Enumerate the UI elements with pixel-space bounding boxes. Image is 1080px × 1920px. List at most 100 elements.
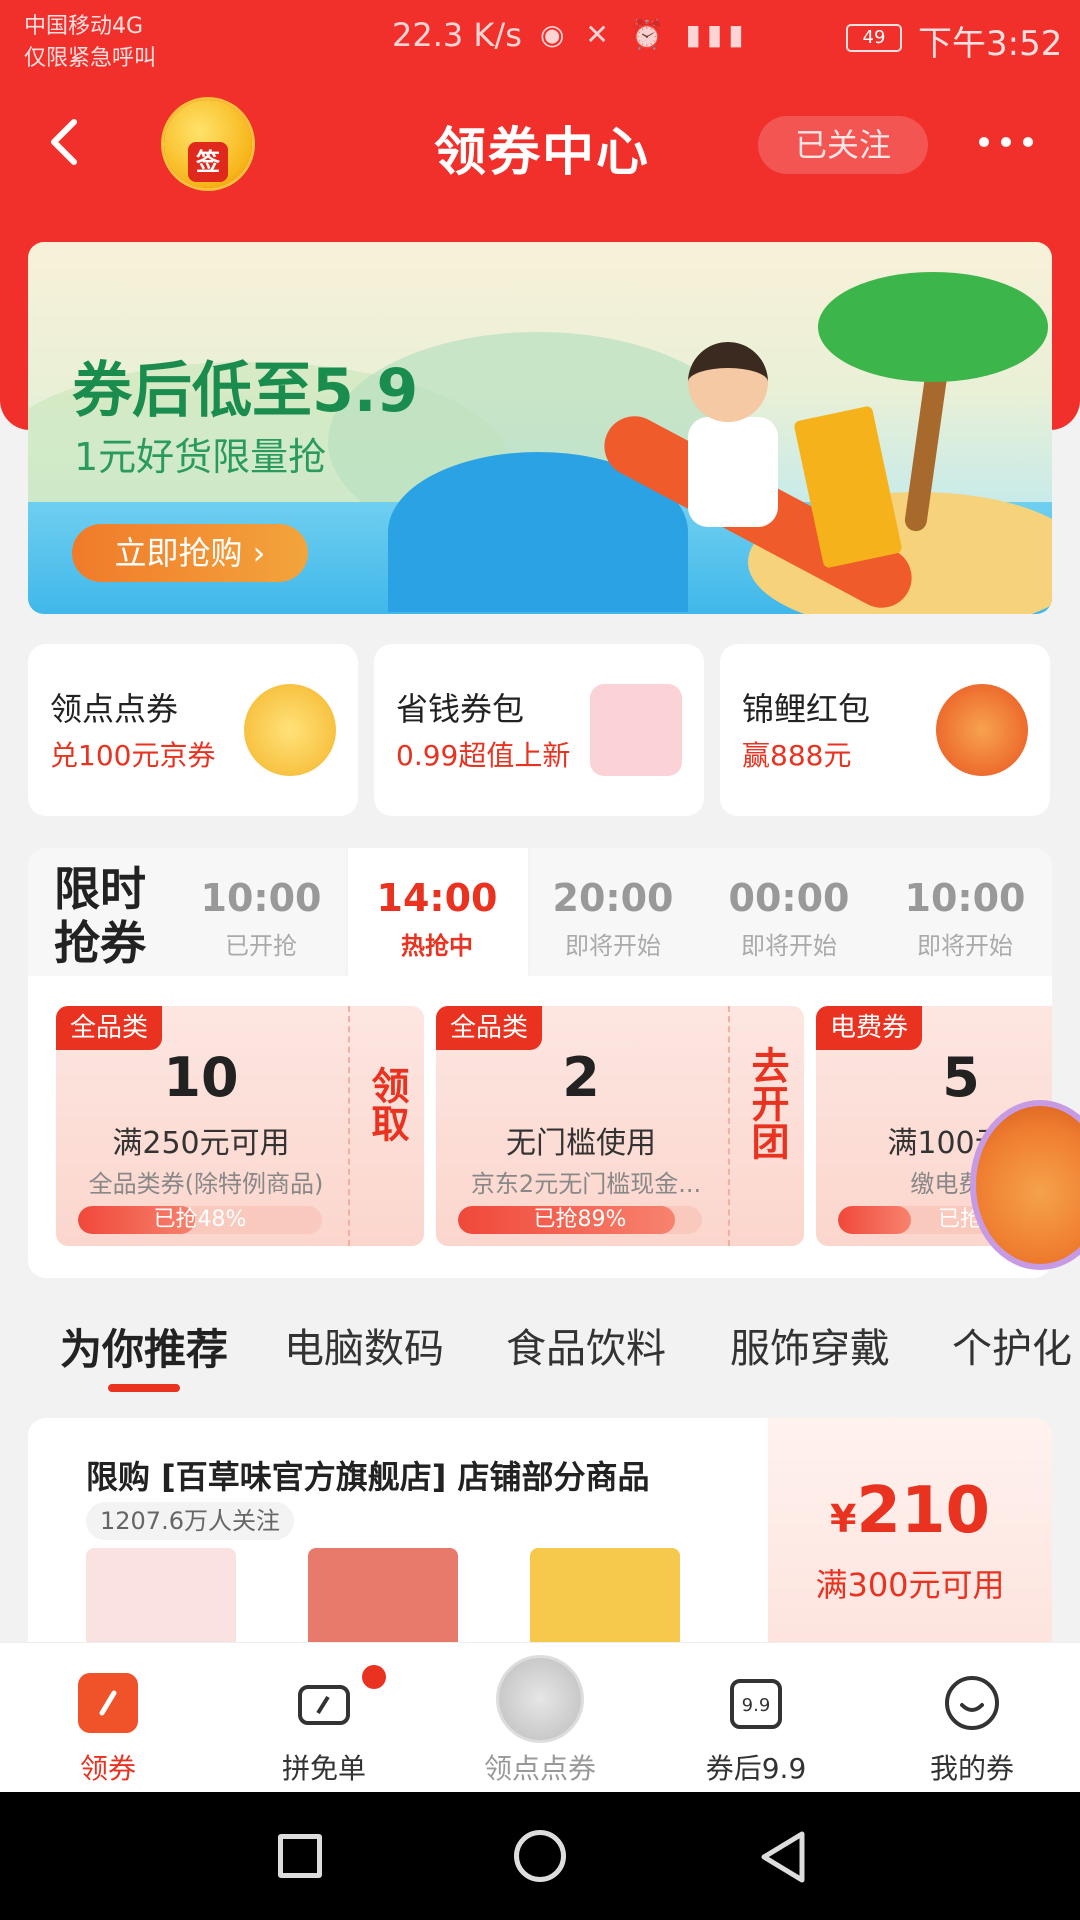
coupon-amount: 5 bbox=[942, 1046, 980, 1109]
coupon-progress-label: 已抢48% bbox=[153, 1207, 247, 1232]
price-box[interactable]: ¥210 满300元可用 bbox=[768, 1418, 1052, 1658]
slot-state: 即将开始 bbox=[565, 932, 661, 960]
group-buy-button[interactable]: 去开团 bbox=[728, 1006, 804, 1246]
nav-label: 领券 bbox=[79, 1752, 136, 1785]
carrier-name: 中国移动4G bbox=[24, 14, 144, 39]
time-slot[interactable]: 10:00 已开抢 bbox=[186, 876, 336, 961]
coupon-description: 京东2元无门槛现金... bbox=[470, 1170, 702, 1198]
promo-banner[interactable]: 券后低至5.9 1元好货限量抢 立即抢购 › bbox=[28, 242, 1052, 614]
palm-tree-leaves bbox=[818, 272, 1048, 382]
surfer-body bbox=[688, 417, 778, 527]
battery-icon: 49 bbox=[846, 24, 902, 52]
slot-time: 10:00 bbox=[904, 876, 1026, 920]
network-speed: 22.3 K/s bbox=[392, 16, 522, 54]
coupon-progress-label: 已抢89% bbox=[533, 1207, 627, 1232]
coupon-price-value: 210 bbox=[856, 1474, 991, 1548]
coupon-icon bbox=[78, 1673, 138, 1733]
page-title: 领券中心 bbox=[433, 123, 650, 183]
tab-personal-care[interactable]: 个护化 bbox=[952, 1316, 1072, 1374]
banner-subline: 1元好货限量抢 bbox=[74, 435, 327, 479]
time-slot[interactable]: 20:00 即将开始 bbox=[538, 876, 688, 961]
quick-card-points-coupon[interactable]: 领点点券 兑100元京券 bbox=[28, 644, 358, 816]
system-nav-bar bbox=[0, 1792, 1080, 1920]
tab-computers-digital[interactable]: 电脑数码 bbox=[284, 1316, 444, 1374]
nav-item-my-coupons[interactable]: 我的券 bbox=[882, 1643, 1062, 1793]
more-icon[interactable] bbox=[976, 118, 1036, 158]
ticket-icon bbox=[294, 1673, 354, 1733]
nav-item-after-coupon-9-9[interactable]: 9.9 券后9.9 bbox=[666, 1643, 846, 1793]
quick-card-subtitle: 兑100元京券 bbox=[50, 739, 216, 772]
coupon-amount: 2 bbox=[562, 1046, 600, 1109]
coupon-card[interactable]: 全品类 10 满250元可用 全品类券(除特例商品) 已抢48% 领取 bbox=[56, 1006, 424, 1246]
gift-box-icon bbox=[590, 684, 682, 776]
koi-fish-icon bbox=[936, 684, 1028, 776]
home-icon[interactable] bbox=[514, 1830, 566, 1882]
group-buy-label: 去开团 bbox=[745, 1046, 789, 1160]
time-slot-active[interactable]: 14:00 热抢中 bbox=[362, 876, 512, 961]
coupon-tag: 全品类 bbox=[436, 1006, 543, 1050]
bottom-nav: 领券 拼免单 领点点券 9.9 券后9.9 我的券 bbox=[0, 1642, 1080, 1792]
tab-indicator bbox=[108, 1384, 180, 1392]
coupon-description: 全品类券(除特例商品) bbox=[88, 1170, 324, 1198]
smile-icon bbox=[942, 1673, 1002, 1733]
app-root: { "status_bar": { "carrier": "中国移动4G", "… bbox=[0, 0, 1080, 1920]
flash-title-line1: 限时 bbox=[54, 862, 146, 916]
status-icons: ◉ ✕ ⏰ ▮▮▮ bbox=[540, 18, 750, 51]
coupon-condition: 无门槛使用 bbox=[506, 1126, 656, 1161]
banner-headline: 券后低至5.9 bbox=[72, 356, 419, 426]
sign-badge: 签 bbox=[188, 142, 228, 182]
quick-card-title: 领点点券 bbox=[50, 690, 179, 728]
coupon-progress-bar: 已抢89% bbox=[458, 1206, 702, 1234]
tab-food-drinks[interactable]: 食品饮料 bbox=[506, 1316, 666, 1374]
back-icon[interactable] bbox=[44, 112, 104, 172]
yen-coin-icon bbox=[244, 684, 336, 776]
slot-state: 已开抢 bbox=[225, 932, 297, 960]
buy-now-button[interactable]: 立即抢购 › bbox=[72, 524, 308, 582]
shop-followers: 1207.6万人关注 bbox=[86, 1502, 294, 1540]
recents-icon[interactable] bbox=[278, 1834, 322, 1878]
currency-symbol: ¥ bbox=[829, 1497, 857, 1541]
nav-label: 我的券 bbox=[929, 1752, 1014, 1785]
nav-label: 领点点券 bbox=[483, 1752, 596, 1785]
follow-button[interactable]: 已关注 bbox=[758, 116, 928, 174]
coupon-price-condition: 满300元可用 bbox=[815, 1566, 1005, 1604]
coupon-tag: 全品类 bbox=[56, 1006, 163, 1050]
coupon-card[interactable]: 全品类 2 无门槛使用 京东2元无门槛现金... 已抢89% 去开团 bbox=[436, 1006, 804, 1246]
nav-label: 拼免单 bbox=[281, 1752, 366, 1785]
yen-coin-icon bbox=[496, 1655, 584, 1743]
nav-item-group-free[interactable]: 拼免单 bbox=[234, 1643, 414, 1793]
quick-card-title: 锦鲤红包 bbox=[742, 690, 871, 728]
claim-label: 领取 bbox=[365, 1066, 409, 1142]
flash-title-line2: 抢券 bbox=[54, 916, 146, 970]
shop-coupon-title: 限购 [百草味官方旗舰店] 店铺部分商品 bbox=[86, 1458, 650, 1496]
flash-coupon-section: 限时 抢券 10:00 已开抢 14:00 热抢中 20:00 即将开始 00:… bbox=[28, 848, 1052, 1278]
nav-label: 券后9.9 bbox=[705, 1752, 807, 1785]
clock: 下午3:52 bbox=[918, 24, 1063, 64]
shop-coupon-card[interactable]: 限购 [百草味官方旗舰店] 店铺部分商品 1207.6万人关注 ¥210 满30… bbox=[28, 1418, 1052, 1658]
quick-card-title: 省钱券包 bbox=[396, 690, 525, 728]
slot-state: 热抢中 bbox=[401, 932, 473, 960]
time-slot[interactable]: 10:00 即将开始 bbox=[890, 876, 1040, 961]
quick-card-subtitle: 赢888元 bbox=[742, 739, 852, 772]
claim-button[interactable]: 领取 bbox=[348, 1006, 424, 1246]
price-tag-icon: 9.9 bbox=[726, 1673, 786, 1733]
back-nav-icon[interactable] bbox=[758, 1830, 808, 1888]
slot-state: 即将开始 bbox=[741, 932, 837, 960]
slot-time: 10:00 bbox=[200, 876, 322, 920]
slot-time: 14:00 bbox=[376, 876, 498, 920]
slot-time: 20:00 bbox=[552, 876, 674, 920]
slot-state: 即将开始 bbox=[917, 932, 1013, 960]
quick-card-koi-redpacket[interactable]: 锦鲤红包 赢888元 bbox=[720, 644, 1050, 816]
notification-dot bbox=[362, 1665, 386, 1689]
nav-item-coupons[interactable]: 领券 bbox=[18, 1643, 198, 1793]
tab-apparel[interactable]: 服饰穿戴 bbox=[730, 1316, 890, 1374]
time-slot[interactable]: 00:00 即将开始 bbox=[714, 876, 864, 961]
coupon-price: ¥210 bbox=[768, 1474, 1052, 1548]
nav-item-points-coupon[interactable]: 领点点券 bbox=[450, 1643, 630, 1793]
tab-recommended[interactable]: 为你推荐 bbox=[60, 1316, 228, 1377]
quick-card-saving-pack[interactable]: 省钱券包 0.99超值上新 bbox=[374, 644, 704, 816]
coupon-tag: 电费券 bbox=[816, 1006, 923, 1050]
flash-title: 限时 抢券 bbox=[54, 862, 146, 970]
carrier-note: 仅限紧急呼叫 bbox=[24, 46, 157, 71]
coupon-amount: 10 bbox=[163, 1046, 239, 1109]
